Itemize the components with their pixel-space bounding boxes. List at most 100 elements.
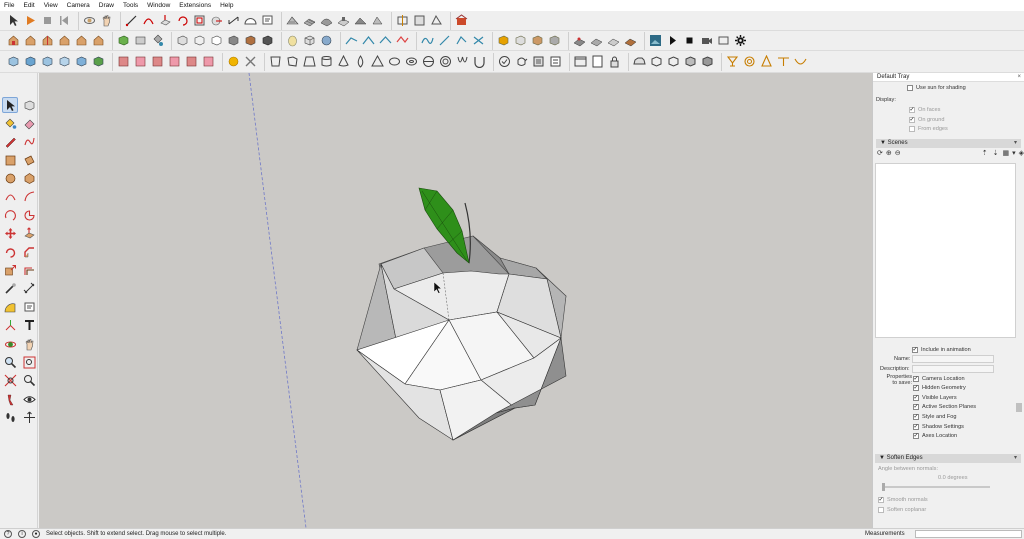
tool-tape-measure[interactable] <box>2 281 18 297</box>
tool-scale[interactable] <box>2 263 18 279</box>
view-options-icon[interactable]: ▦ <box>1002 149 1009 157</box>
model-viewport[interactable] <box>39 73 872 528</box>
apple-model[interactable] <box>356 187 567 441</box>
tool-2pt-arc[interactable] <box>21 189 37 205</box>
solid-split-button[interactable] <box>547 33 562 48</box>
menu-edit[interactable]: Edit <box>23 2 34 9</box>
extrude-3-button[interactable] <box>759 54 774 69</box>
solid-trim-button[interactable] <box>530 33 545 48</box>
tool-position-camera[interactable] <box>2 391 18 407</box>
scene-export-button[interactable] <box>716 33 731 48</box>
details-icon[interactable]: ▾ <box>1012 149 1016 157</box>
tool-move[interactable] <box>2 226 18 242</box>
scene-thumbnails-icon[interactable]: ◈ <box>1019 149 1024 157</box>
hidden-geometry-checkbox[interactable] <box>913 385 919 392</box>
top-view-button[interactable] <box>23 33 38 48</box>
shape-tub-button[interactable] <box>268 54 283 69</box>
shadow-settings-checkbox[interactable] <box>913 423 919 430</box>
terrain-3-button[interactable] <box>606 33 621 48</box>
soften-edges-header[interactable]: ▼ Soften Edges ▾ <box>875 454 1021 463</box>
tool-walk[interactable] <box>2 410 18 426</box>
angle-slider-handle[interactable] <box>882 483 885 492</box>
add-scene-icon[interactable]: ⊕ <box>886 149 892 157</box>
transform-4-button[interactable] <box>167 54 182 69</box>
terrain-1-button[interactable] <box>572 33 587 48</box>
model-scene[interactable] <box>39 73 872 528</box>
use-sun-checkbox[interactable] <box>907 84 913 91</box>
tool-pan[interactable] <box>21 336 37 352</box>
group-button[interactable] <box>133 33 148 48</box>
axes-location-checkbox[interactable] <box>913 433 919 440</box>
tool-eraser[interactable] <box>21 115 37 131</box>
tool-rotated-rectangle[interactable] <box>21 152 37 168</box>
box-outline-button[interactable] <box>649 54 664 69</box>
on-faces-checkbox[interactable] <box>909 106 915 113</box>
sun-button[interactable] <box>226 54 241 69</box>
union-button[interactable] <box>395 33 410 48</box>
menu-window[interactable]: Window <box>147 2 170 9</box>
sandbox-smoove-button[interactable] <box>319 13 334 28</box>
shaded-textures-button[interactable] <box>243 33 258 48</box>
transform-3-button[interactable] <box>150 54 165 69</box>
orbit-button[interactable] <box>82 13 97 28</box>
menu-help[interactable]: Help <box>220 2 233 9</box>
iso-view-button[interactable] <box>6 33 21 48</box>
view-top-cube-button[interactable] <box>23 54 38 69</box>
sandbox-drape-button[interactable] <box>353 13 368 28</box>
sandbox-grid-button[interactable] <box>302 13 317 28</box>
spline-button[interactable] <box>437 33 452 48</box>
anim-stop-button[interactable] <box>682 33 697 48</box>
remove-scene-icon[interactable]: ⊖ <box>895 149 901 157</box>
menu-file[interactable]: File <box>4 2 14 9</box>
back-view-button[interactable] <box>74 33 89 48</box>
tool-zoom[interactable] <box>2 354 18 370</box>
stop-button[interactable] <box>40 13 55 28</box>
menu-view[interactable]: View <box>44 2 58 9</box>
menu-camera[interactable]: Camera <box>67 2 90 9</box>
check-button[interactable] <box>497 54 512 69</box>
teapot-button[interactable] <box>514 54 529 69</box>
camera-button[interactable] <box>699 33 714 48</box>
shape-geosphere-button[interactable] <box>438 54 453 69</box>
tool-section-plane[interactable] <box>21 410 37 426</box>
shape-ellipse-button[interactable] <box>387 54 402 69</box>
extrude-4-button[interactable] <box>776 54 791 69</box>
tools-button[interactable] <box>243 54 258 69</box>
active-section-planes-checkbox[interactable] <box>913 404 919 411</box>
menu-draw[interactable]: Draw <box>99 2 114 9</box>
left-view-button[interactable] <box>91 33 106 48</box>
tool-push-pull[interactable] <box>21 226 37 242</box>
scene-name-input[interactable] <box>912 355 994 364</box>
catmull-button[interactable] <box>471 33 486 48</box>
move-down-icon[interactable]: ⇣ <box>993 149 999 157</box>
shape-drop-button[interactable] <box>353 54 368 69</box>
curve-button[interactable] <box>420 33 435 48</box>
paint-button[interactable] <box>150 33 165 48</box>
section-cut-button[interactable] <box>429 13 444 28</box>
transform-1-button[interactable] <box>116 54 131 69</box>
warehouse-button[interactable] <box>454 13 469 28</box>
photo-texture-button[interactable] <box>648 33 663 48</box>
extrude-2-button[interactable] <box>742 54 757 69</box>
lock-button[interactable] <box>607 54 622 69</box>
view-right-cube-button[interactable] <box>57 54 72 69</box>
document-button[interactable] <box>590 54 605 69</box>
sphere-shape-button[interactable] <box>319 33 334 48</box>
extrude-1-button[interactable] <box>725 54 740 69</box>
tool-component[interactable] <box>21 97 37 113</box>
transform-2-button[interactable] <box>133 54 148 69</box>
shape-arch-button[interactable] <box>472 54 487 69</box>
shape-torus-button[interactable] <box>404 54 419 69</box>
tray-scrollbar-thumb[interactable] <box>1016 403 1022 412</box>
shape-cylinder-button[interactable] <box>319 54 334 69</box>
tool-pie[interactable] <box>21 207 37 223</box>
front-view-button[interactable] <box>40 33 55 48</box>
hidden-line-button[interactable] <box>209 33 224 48</box>
style-and-fog-checkbox[interactable] <box>913 413 919 420</box>
include-animation-checkbox[interactable] <box>912 346 918 353</box>
tool-3d-text[interactable] <box>21 318 37 334</box>
follow-me-button[interactable] <box>344 33 359 48</box>
geo-location-icon[interactable]: ? <box>4 530 12 538</box>
text-button[interactable] <box>260 13 275 28</box>
tape-button[interactable] <box>209 13 224 28</box>
